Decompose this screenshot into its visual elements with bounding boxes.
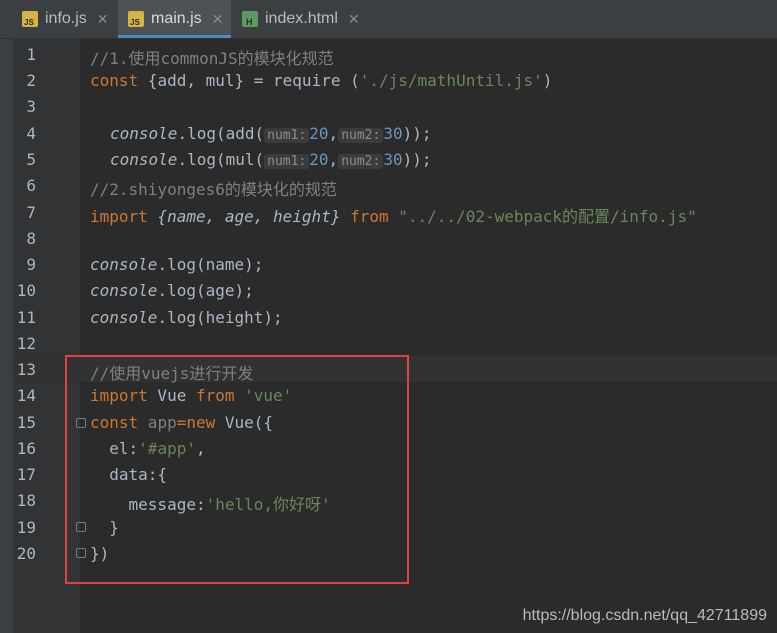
code-text: , (328, 150, 339, 169)
line-number: 17 (16, 465, 36, 484)
string-literal: './js/mathUntil.js' (359, 71, 543, 90)
code-text: console (90, 255, 158, 274)
param-hint: num1: (264, 128, 310, 143)
line-number: 9 (26, 255, 36, 274)
line-number: 5 (26, 150, 36, 169)
js-file-icon: JS (22, 11, 38, 27)
tab-main-js[interactable]: JS main.js ✕ (118, 0, 231, 38)
number-literal: 30 (383, 150, 403, 169)
close-icon[interactable]: ✕ (97, 11, 109, 28)
code-line-11: console.log(height); (90, 308, 283, 327)
number-literal: 20 (309, 124, 329, 143)
param-hint: num2: (338, 128, 384, 143)
code-text: {name, age, height} (147, 207, 351, 226)
line-number: 11 (16, 308, 36, 327)
tab-label: index.html (265, 10, 338, 27)
code-text: ) (542, 71, 553, 90)
line-number: 15 (16, 413, 36, 432)
code-text: console (110, 124, 178, 143)
close-icon[interactable]: ✕ (348, 11, 360, 28)
line-number: 8 (26, 229, 36, 248)
code-text: console (110, 150, 178, 169)
code-line-9: console.log(name); (90, 255, 263, 274)
keyword: from (350, 207, 389, 226)
tab-label: main.js (151, 10, 202, 27)
code-text: .log(age); (157, 281, 254, 300)
line-number: 4 (26, 124, 36, 143)
line-number: 12 (16, 334, 36, 353)
code-text: require (273, 71, 341, 90)
number-literal: 30 (383, 124, 403, 143)
code-text: )); (402, 124, 432, 143)
line-number: 2 (26, 71, 36, 90)
watermark: https://blog.csdn.net/qq_42711899 (522, 607, 767, 624)
line-number: 6 (26, 176, 36, 195)
code-line-5: console.log(mul(num1: 20, num2: 30)); (110, 150, 432, 169)
tab-index-html[interactable]: H index.html ✕ (242, 0, 367, 38)
keyword: import (90, 207, 148, 226)
line-number: 14 (16, 386, 36, 405)
number-literal: 20 (309, 150, 329, 169)
param-hint: num1: (264, 154, 310, 169)
html-file-icon: H (242, 11, 258, 27)
code-text: , (328, 124, 339, 143)
line-number: 16 (16, 439, 36, 458)
code-text: console (90, 281, 158, 300)
line-number: 10 (16, 281, 36, 300)
line-number: 13 (16, 360, 36, 379)
line-number: 18 (16, 491, 36, 510)
comment: //2.shiyonges6的模块化的规范 (90, 180, 337, 199)
editor-tab-bar: JS info.js ✕ JS main.js ✕ H index.html ✕ (0, 0, 777, 39)
code-text: .log(add( (177, 124, 265, 143)
line-number: 3 (26, 97, 36, 116)
code-text: )); (402, 150, 432, 169)
code-line-4: console.log(add(num1: 20, num2: 30)); (110, 124, 432, 143)
tab-label: info.js (45, 10, 87, 27)
line-number: 19 (16, 518, 36, 537)
code-text: console (90, 308, 158, 327)
code-text: .log(height); (157, 308, 283, 327)
line-number: 7 (26, 203, 36, 222)
js-file-icon: JS (128, 11, 144, 27)
code-line-10: console.log(age); (90, 281, 254, 300)
keyword: const (90, 71, 139, 90)
comment: //1.使用commonJS的模块化规范 (90, 49, 334, 68)
code-text: .log(name); (157, 255, 264, 274)
line-number: 20 (16, 544, 36, 563)
tab-info-js[interactable]: JS info.js ✕ (22, 0, 117, 38)
line-number: 1 (26, 45, 36, 64)
code-text: .log(mul( (177, 150, 265, 169)
code-text: {add, mul} = (138, 71, 274, 90)
code-line-6: //2.shiyonges6的模块化的规范 (90, 176, 337, 200)
string-literal: "../../02-webpack的配置/info.js" (388, 207, 697, 226)
code-text: ( (340, 71, 360, 90)
code-line-7: import {name, age, height} from "../../0… (90, 203, 697, 227)
param-hint: num2: (338, 154, 384, 169)
code-line-2: const {add, mul} = require ('./js/mathUn… (90, 71, 552, 90)
code-line-1: //1.使用commonJS的模块化规范 (90, 45, 334, 69)
highlight-annotation-box (65, 355, 409, 584)
close-icon[interactable]: ✕ (212, 11, 224, 28)
